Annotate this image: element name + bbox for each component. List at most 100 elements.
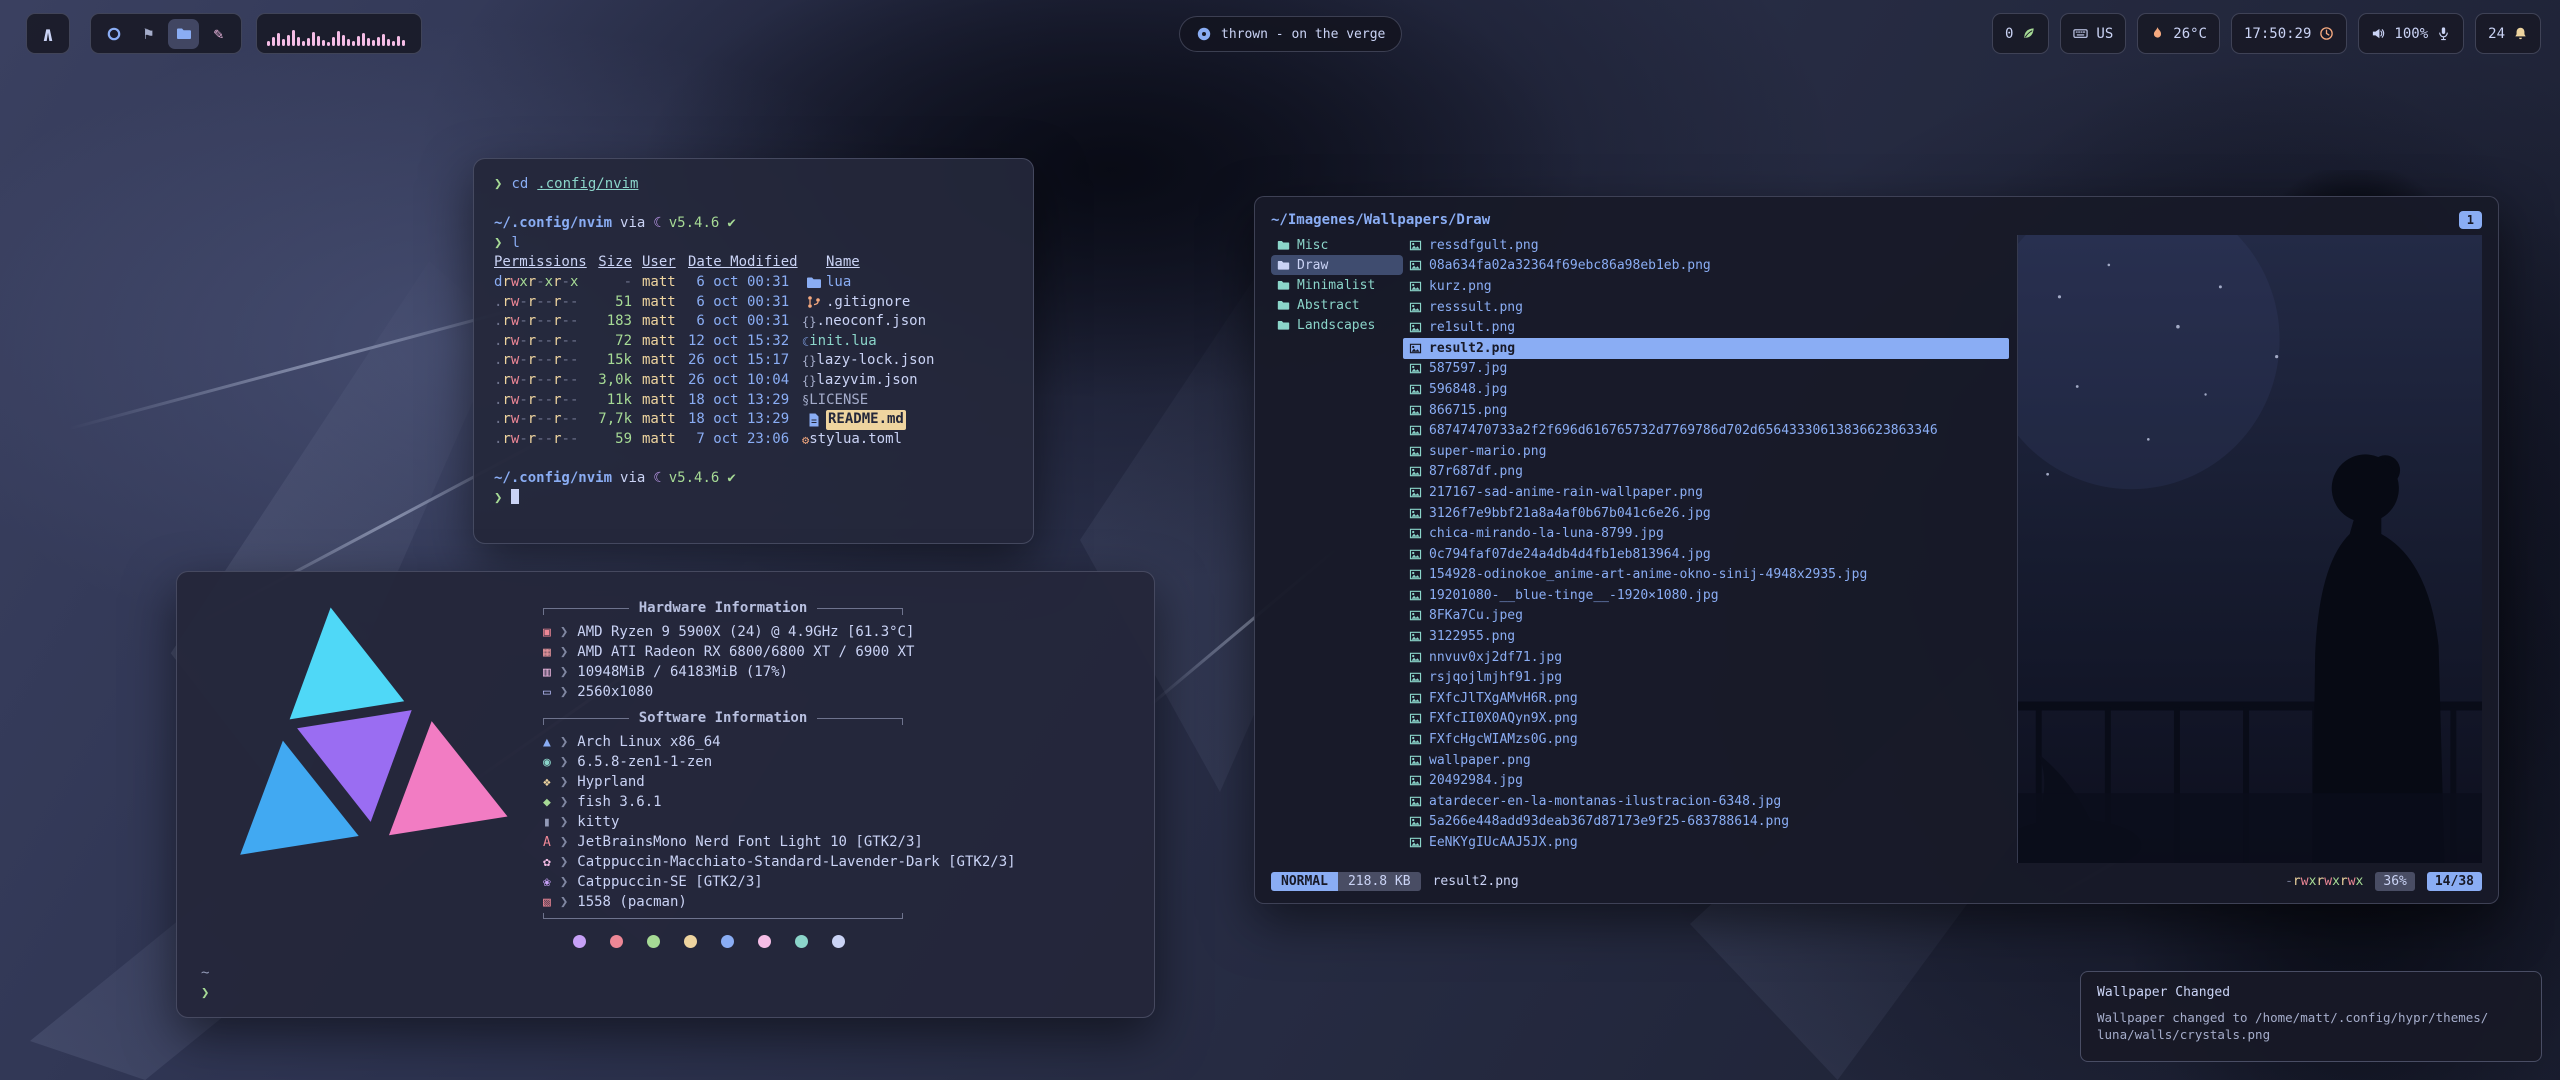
image-icon [1409,651,1422,664]
folder-icon [1277,259,1290,272]
file-row[interactable]: ressdfgult.png [1403,235,2009,256]
folder-sidebar: MiscDrawMinimalistAbstractLandscapes [1271,235,1403,863]
notification-popup[interactable]: Wallpaper Changed Wallpaper changed to /… [2080,971,2542,1062]
ls-row: .rw-r--r--11kmatt18 oct 13:29§LICENSE [494,391,1013,411]
image-icon [1409,630,1422,643]
sidebar-folder-minimalist[interactable]: Minimalist [1271,275,1403,295]
file-name: README.md [826,410,906,430]
sidebar-folder-draw[interactable]: Draw [1271,255,1403,275]
file-row[interactable]: 08a634fa02a32364f69ebc86a98eb1eb.png [1403,256,2009,277]
hardware-icon: ◆ [543,796,551,809]
file-permissions: -rwxrwxrwx [2285,874,2363,889]
terminal-window: ❯cd.config/nvim ~/.config/nvimvia☾v5.4.6… [473,158,1034,544]
fetch-item-value: 10948MiB / 64183MiB (17%) [577,662,788,682]
workspace-files[interactable] [168,19,199,49]
workspace-browser[interactable] [98,19,129,49]
file-row[interactable]: wallpaper.png [1403,750,2009,771]
file-row[interactable]: rsjqojlmjhf91.jpg [1403,667,2009,688]
file-position-badge: 14/38 [2427,872,2482,891]
visualizer-bar [367,38,370,46]
file-row[interactable]: nnvuv0xj2df71.jpg [1403,647,2009,668]
file-row[interactable]: 5a266e448add93deab367d87173e9f25-6837886… [1403,812,2009,833]
visualizer-bar [312,32,315,46]
launcher-button[interactable]: ∧ [26,13,70,54]
visualizer-bar [267,41,270,46]
file-row[interactable]: 0c794faf07de24a4db4d4fb1eb813964.jpg [1403,544,2009,565]
image-icon [1409,815,1422,828]
module-clock[interactable]: 17:50:29 [2231,13,2347,54]
fetch-item-value: kitty [577,812,619,832]
module-keyboard-layout-value: US [2096,26,2113,42]
file-row[interactable]: resssult.png [1403,297,2009,318]
file-row[interactable]: kurz.png [1403,276,2009,297]
fetch-item: ❀❯Catppuccin-SE [GTK2/3] [543,872,1136,892]
file-row[interactable]: FXfcJlTXgAMvH6R.png [1403,688,2009,709]
workspace-chat[interactable]: ⚑ [133,19,164,49]
fetch-item-value: 6.5.8-zen1-1-zen [577,752,712,772]
mic-icon [2436,26,2451,41]
command-text: l [511,235,519,251]
module-updates[interactable]: 0 [1992,13,2049,54]
file-row[interactable]: 866715.png [1403,400,2009,421]
file-row[interactable]: FXfcHgcWIAMzs0G.png [1403,729,2009,750]
file-row[interactable]: 587597.jpg [1403,359,2009,380]
file-row[interactable]: FXfcII0X0AQyn9X.png [1403,709,2009,730]
fetch-item: ▭❯2560x1080 [543,682,1136,702]
image-icon [1409,733,1422,746]
file-row-name: chica-mirando-la-luna-8799.jpg [1429,526,1664,541]
file-row[interactable]: EeNKYgIUcAAJ5JX.png [1403,832,2009,853]
visualizer-bar [387,39,390,46]
sidebar-folder-misc[interactable]: Misc [1271,235,1403,255]
image-icon [1409,404,1422,417]
file-row[interactable]: 20492984.jpg [1403,770,2009,791]
file-row-name: 5a266e448add93deab367d87173e9f25-6837886… [1429,814,1789,829]
tab-badge[interactable]: 1 [2459,211,2482,229]
image-icon [1409,507,1422,520]
file-row-name: 3126f7e9bbf21a8a4af0b67b041c6e26.jpg [1429,506,1711,521]
visualizer-bar [397,36,400,46]
module-notifications[interactable]: 24 [2475,13,2541,54]
file-row[interactable]: atardecer-en-la-montanas-ilustracion-634… [1403,791,2009,812]
file-name: lazy-lock.json [816,351,934,371]
file-row[interactable]: re1sult.png [1403,317,2009,338]
image-icon [1409,795,1422,808]
file-row[interactable]: 3126f7e9bbf21a8a4af0b67b041c6e26.jpg [1403,503,2009,524]
palette-dot [758,935,771,948]
visualizer-bar [317,36,320,46]
file-row[interactable]: 68747470733a2f2f696d616765732d7769786d70… [1403,420,2009,441]
module-temperature[interactable]: 26°C [2137,13,2220,54]
visualizer-bar [337,31,340,46]
command-text: cd [511,176,528,192]
sidebar-folder-landscapes[interactable]: Landscapes [1271,315,1403,335]
file-row[interactable]: 8FKa7Cu.jpeg [1403,606,2009,627]
visualizer-bar [342,35,345,46]
breadcrumb-path: ~/Imagenes/Wallpapers/Draw [1271,212,1490,228]
image-icon [1409,301,1422,314]
sidebar-folder-abstract[interactable]: Abstract [1271,295,1403,315]
file-row[interactable]: chica-mirando-la-luna-8799.jpg [1403,523,2009,544]
file-row-name: FXfcII0X0AQyn9X.png [1429,711,1578,726]
file-row[interactable]: 87r687df.png [1403,462,2009,483]
notification-body: Wallpaper changed to /home/matt/.config/… [2097,1009,2525,1043]
hardware-icon: A [543,836,551,849]
distro-logo [209,596,509,926]
info-sections: Hardware Information▣❯AMD Ryzen 9 5900X … [543,598,1136,912]
music-player-widget[interactable]: thrown - on the verge [1179,16,1402,52]
file-row[interactable]: 154928-odinokoe_anime-art-anime-okno-sin… [1403,565,2009,586]
file-row[interactable]: super-mario.png [1403,441,2009,462]
file-row-name: 866715.png [1429,403,1507,418]
fetch-item-value: AMD ATI Radeon RX 6800/6800 XT / 6900 XT [577,642,914,662]
speaker-icon [2371,26,2386,41]
file-row[interactable]: result2.png [1403,338,2009,359]
module-volume[interactable]: 100% [2358,13,2464,54]
file-row[interactable]: 19201080-__blue-tinge__-1920×1080.jpg [1403,585,2009,606]
file-row[interactable]: 217167-sad-anime-rain-wallpaper.png [1403,482,2009,503]
file-row-name: 3122955.png [1429,629,1515,644]
file-row[interactable]: 3122955.png [1403,626,2009,647]
workspace-design[interactable]: ✎ [203,19,234,49]
visualizer-bar [322,40,325,46]
file-row[interactable]: 596848.jpg [1403,379,2009,400]
module-keyboard-layout[interactable]: US [2060,13,2126,54]
status-right-group: -rwxrwxrwx 36% 14/38 [2285,872,2482,891]
section-border [543,918,903,919]
